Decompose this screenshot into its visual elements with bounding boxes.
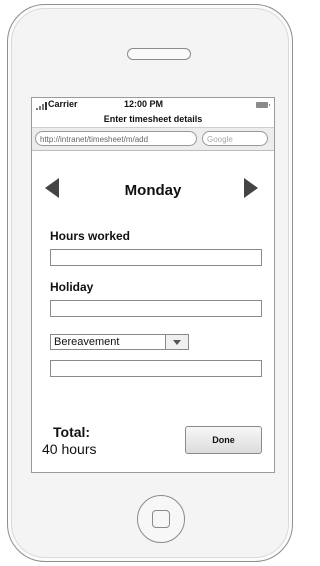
speaker-grille [127, 48, 191, 60]
hours-worked-label: Hours worked [50, 229, 131, 243]
phone-screen: Carrier 12:00 PM Enter timesheet details… [31, 97, 275, 473]
done-button[interactable]: Done [185, 426, 262, 454]
status-bar: Carrier 12:00 PM [32, 98, 274, 112]
chevron-down-icon[interactable] [165, 335, 188, 349]
total-value: 40 hours [42, 441, 97, 457]
holiday-field[interactable] [50, 300, 262, 317]
battery-icon [256, 102, 270, 108]
total-label: Total: [53, 424, 91, 440]
status-time: 12:00 PM [124, 99, 164, 109]
day-title: Monday [124, 182, 182, 199]
home-square-icon [152, 510, 170, 528]
search-input[interactable]: Google [202, 131, 268, 146]
browser-toolbar: http://intranet/timesheet/m/add Google [32, 127, 274, 151]
address-bar[interactable]: http://intranet/timesheet/m/add [35, 131, 197, 146]
signal-icon [36, 102, 47, 110]
holiday-label: Holiday [50, 280, 94, 294]
leave-hours-field[interactable] [50, 360, 262, 377]
right-arrow-icon[interactable] [244, 178, 258, 198]
page-title: Enter timesheet details [103, 114, 203, 124]
leave-type-selected: Bereavement [54, 336, 120, 348]
hours-worked-field[interactable] [50, 249, 262, 266]
home-button[interactable] [137, 495, 185, 543]
leave-type-select[interactable]: Bereavement [50, 334, 189, 350]
left-arrow-icon[interactable] [45, 178, 59, 198]
carrier-name: Carrier [48, 99, 78, 109]
